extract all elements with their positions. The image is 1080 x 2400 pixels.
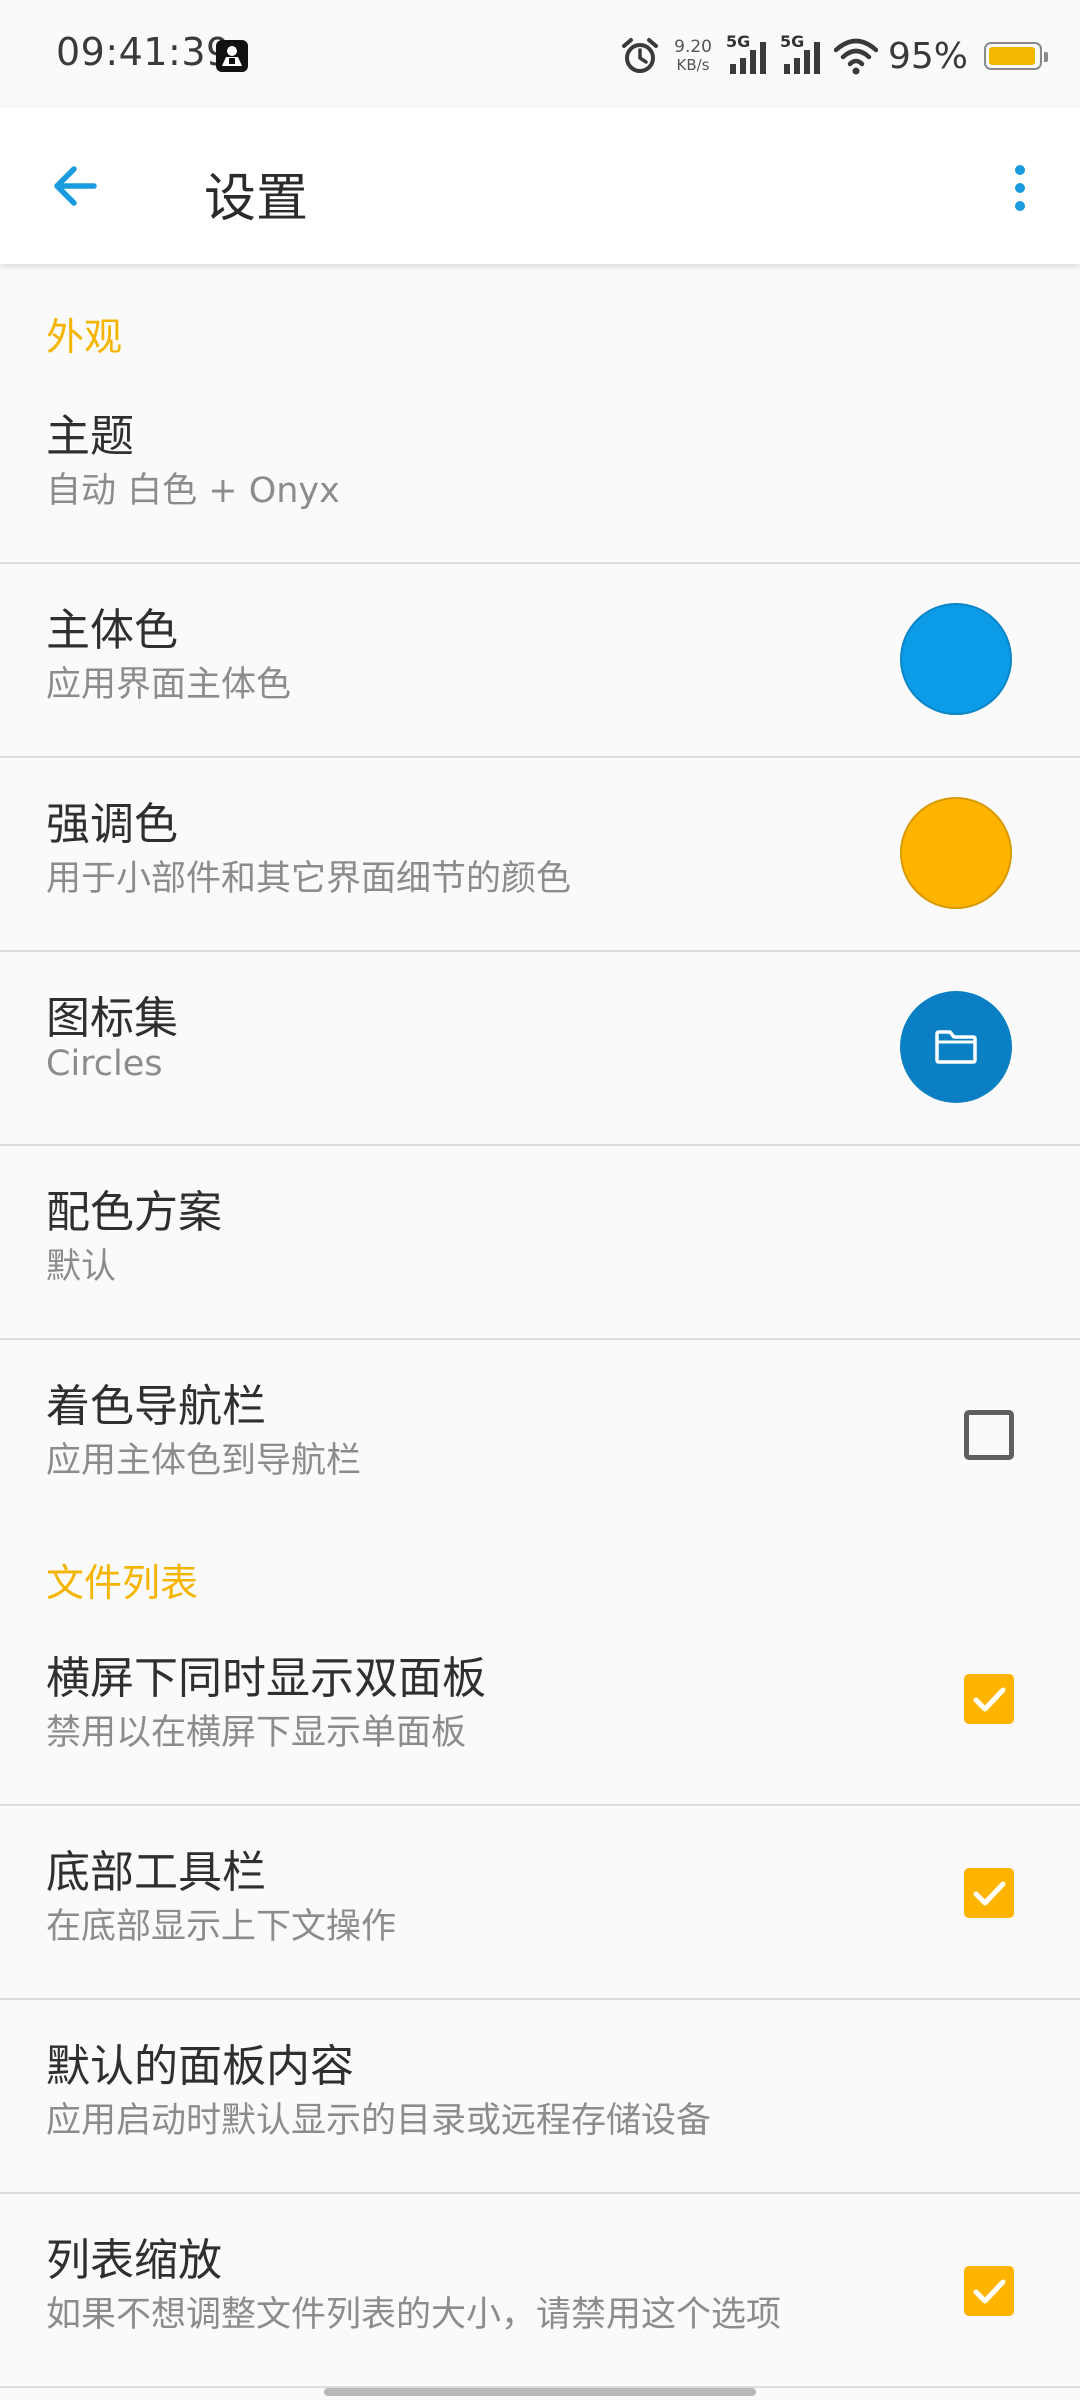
pref-colored-navbar[interactable]: 着色导航栏 应用主体色到导航栏	[0, 1340, 1080, 1522]
pref-summary: 如果不想调整文件列表的大小，请禁用这个选项	[46, 2295, 782, 2335]
pref-bottom-toolbar[interactable]: 底部工具栏 在底部显示上下文操作	[0, 1806, 1080, 2000]
sim1-signal: 5G	[725, 32, 770, 78]
pref-title: 列表缩放	[46, 2235, 222, 2286]
pref-summary: 应用启动时默认显示的目录或远程存储设备	[46, 2101, 712, 2141]
sim2-signal: 5G	[779, 32, 824, 78]
colored-navbar-checkbox[interactable]	[964, 1410, 1014, 1460]
battery-level	[989, 47, 1035, 65]
page-title: 设置	[204, 169, 309, 229]
pref-title: 强调色	[46, 799, 178, 850]
pref-summary: 默认	[46, 1247, 117, 1287]
pref-title: 默认的面板内容	[46, 2041, 354, 2092]
battery-cap	[1044, 52, 1048, 62]
checkmark-icon	[973, 1881, 1006, 1906]
alarm-icon	[622, 38, 659, 73]
icon-set-preview[interactable]	[900, 991, 1012, 1103]
pref-summary: 用于小部件和其它界面细节的颜色	[46, 859, 572, 899]
pref-color-scheme[interactable]: 配色方案 默认	[0, 1146, 1080, 1340]
wifi-icon	[833, 38, 878, 75]
pref-icon-set[interactable]: 图标集 Circles	[0, 952, 1080, 1146]
pref-summary: 应用主体色到导航栏	[46, 1441, 362, 1481]
pref-title: 底部工具栏	[46, 1847, 266, 1898]
pref-accent-color[interactable]: 强调色 用于小部件和其它界面细节的颜色	[0, 758, 1080, 952]
sim2-network-type: 5G	[779, 32, 805, 51]
pref-title: 横屏下同时显示双面板	[46, 1653, 486, 1704]
more-options-icon[interactable]	[1008, 158, 1032, 218]
folder-icon	[935, 1030, 977, 1064]
primary-color-swatch[interactable]	[900, 603, 1012, 715]
sim1-network-type: 5G	[725, 32, 751, 51]
pref-dual-pane[interactable]: 横屏下同时显示双面板 禁用以在横屏下显示单面板	[0, 1612, 1080, 1806]
pref-theme[interactable]: 主题 自动 白色 + Onyx	[0, 370, 1080, 564]
pref-title: 着色导航栏	[46, 1381, 266, 1432]
section-header-file-list: 文件列表	[46, 1561, 199, 1605]
status-bar: 09:41:39 9.20 KB/s 5G 5G 95%	[0, 0, 1080, 108]
pref-title: 主体色	[46, 605, 178, 656]
app-notification-icon	[216, 40, 248, 72]
network-speed-value: 9.20	[674, 37, 712, 57]
accent-color-swatch[interactable]	[900, 797, 1012, 909]
network-speed: 9.20 KB/s	[674, 38, 712, 74]
dual-pane-checkbox[interactable]	[964, 1674, 1014, 1724]
gesture-navigation-handle[interactable]	[324, 2388, 756, 2396]
status-indicators: 9.20 KB/s 5G 5G 95%	[620, 26, 1048, 86]
list-zoom-checkbox[interactable]	[964, 2266, 1014, 2316]
pref-summary: Circles	[46, 1044, 163, 1084]
battery-percent: 95%	[887, 35, 968, 77]
pref-title: 主题	[46, 411, 134, 462]
bottom-toolbar-checkbox[interactable]	[964, 1868, 1014, 1918]
pref-summary: 禁用以在横屏下显示单面板	[46, 1713, 467, 1753]
pref-title: 配色方案	[46, 1187, 222, 1238]
section-header-appearance: 外观	[46, 315, 123, 359]
network-speed-unit: KB/s	[676, 56, 710, 74]
app-bar: 设置	[0, 108, 1080, 264]
checkmark-icon	[973, 2279, 1006, 2304]
pref-default-panel[interactable]: 默认的面板内容 应用启动时默认显示的目录或远程存储设备	[0, 2000, 1080, 2194]
pref-summary: 在底部显示上下文操作	[46, 1907, 397, 1947]
pref-primary-color[interactable]: 主体色 应用界面主体色	[0, 564, 1080, 758]
battery-icon	[984, 42, 1048, 70]
pref-summary: 自动 白色 + Onyx	[46, 471, 340, 511]
status-time: 09:41:39	[56, 30, 231, 74]
pref-title: 图标集	[46, 993, 178, 1044]
settings-list: 外观 主题 自动 白色 + Onyx 主体色 应用界面主体色 强调色 用于小部件…	[0, 264, 1080, 2388]
checkmark-icon	[973, 1687, 1006, 1712]
pref-list-zoom[interactable]: 列表缩放 如果不想调整文件列表的大小，请禁用这个选项	[0, 2194, 1080, 2388]
back-arrow-icon[interactable]	[44, 154, 108, 218]
pref-summary: 应用界面主体色	[46, 665, 292, 705]
